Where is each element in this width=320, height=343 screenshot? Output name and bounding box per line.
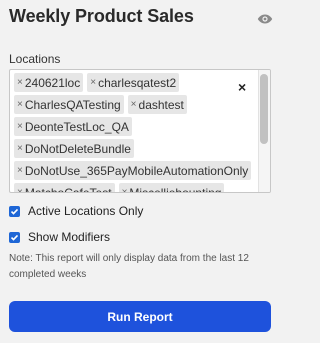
- location-tag-label: Miscelliebounting: [129, 185, 222, 193]
- remove-tag-icon[interactable]: ×: [17, 77, 23, 88]
- location-tag[interactable]: × MatchoCafeTest: [14, 183, 115, 193]
- clear-all-icon[interactable]: ×: [238, 79, 246, 95]
- location-tag[interactable]: × 240621loc: [14, 73, 84, 92]
- location-tag-label: DoNotDeleteBundle: [24, 141, 131, 156]
- location-tag-label: 240621loc: [24, 75, 81, 90]
- active-locations-row[interactable]: Active Locations Only: [9, 204, 143, 218]
- location-tag[interactable]: × DoNotUse_365PayMobileAutomationOnly: [14, 161, 252, 180]
- remove-tag-icon[interactable]: ×: [90, 77, 96, 88]
- locations-label: Locations: [9, 52, 61, 66]
- active-locations-checkbox[interactable]: [9, 205, 20, 217]
- location-tag-label: DoNotUse_365PayMobileAutomationOnly: [24, 163, 249, 178]
- locations-tag-list: × 240621loc × charlesqatest2 × CharlesQATesti…: [14, 73, 252, 193]
- remove-tag-icon[interactable]: ×: [17, 187, 23, 192]
- show-modifiers-row[interactable]: Show Modifiers: [9, 230, 110, 244]
- location-tag-label: dashtest: [138, 97, 184, 112]
- show-modifiers-checkbox[interactable]: [9, 231, 20, 243]
- remove-tag-icon[interactable]: ×: [122, 187, 128, 192]
- remove-tag-icon[interactable]: ×: [17, 99, 23, 110]
- location-tag-label: charlesqatest2: [98, 75, 177, 90]
- location-tag-label: MatchoCafeTest: [24, 185, 112, 193]
- locations-multiselect[interactable]: × 240621loc × charlesqatest2 × CharlesQATesti…: [9, 69, 271, 193]
- remove-tag-icon[interactable]: ×: [131, 99, 137, 110]
- remove-tag-icon[interactable]: ×: [17, 121, 23, 132]
- remove-tag-icon[interactable]: ×: [17, 165, 23, 176]
- eye-icon[interactable]: [257, 12, 273, 24]
- locations-scrollbar-thumb[interactable]: [260, 74, 268, 144]
- location-tag[interactable]: × charlesqatest2: [87, 73, 180, 92]
- page-title: Weekly Product Sales: [9, 6, 194, 26]
- location-tag-label: CharlesQATesting: [24, 97, 121, 112]
- location-tag[interactable]: × DoNotDeleteBundle: [14, 139, 134, 158]
- location-tag[interactable]: × DeonteTestLoc_QA: [14, 117, 132, 136]
- location-tag-label: DeonteTestLoc_QA: [24, 119, 129, 134]
- remove-tag-icon[interactable]: ×: [17, 143, 23, 154]
- show-modifiers-label: Show Modifiers: [28, 230, 111, 244]
- run-report-button[interactable]: Run Report: [9, 301, 271, 332]
- locations-scrollbar[interactable]: [258, 70, 270, 192]
- location-tag[interactable]: × CharlesQATesting: [14, 95, 124, 114]
- location-tag[interactable]: × Miscelliebounting: [118, 183, 225, 193]
- location-tag[interactable]: × dashtest: [127, 95, 187, 114]
- report-header: Weekly Product Sales: [0, 0, 282, 36]
- active-locations-label: Active Locations Only: [28, 204, 144, 218]
- report-note: Note: This report will only display data…: [9, 253, 249, 280]
